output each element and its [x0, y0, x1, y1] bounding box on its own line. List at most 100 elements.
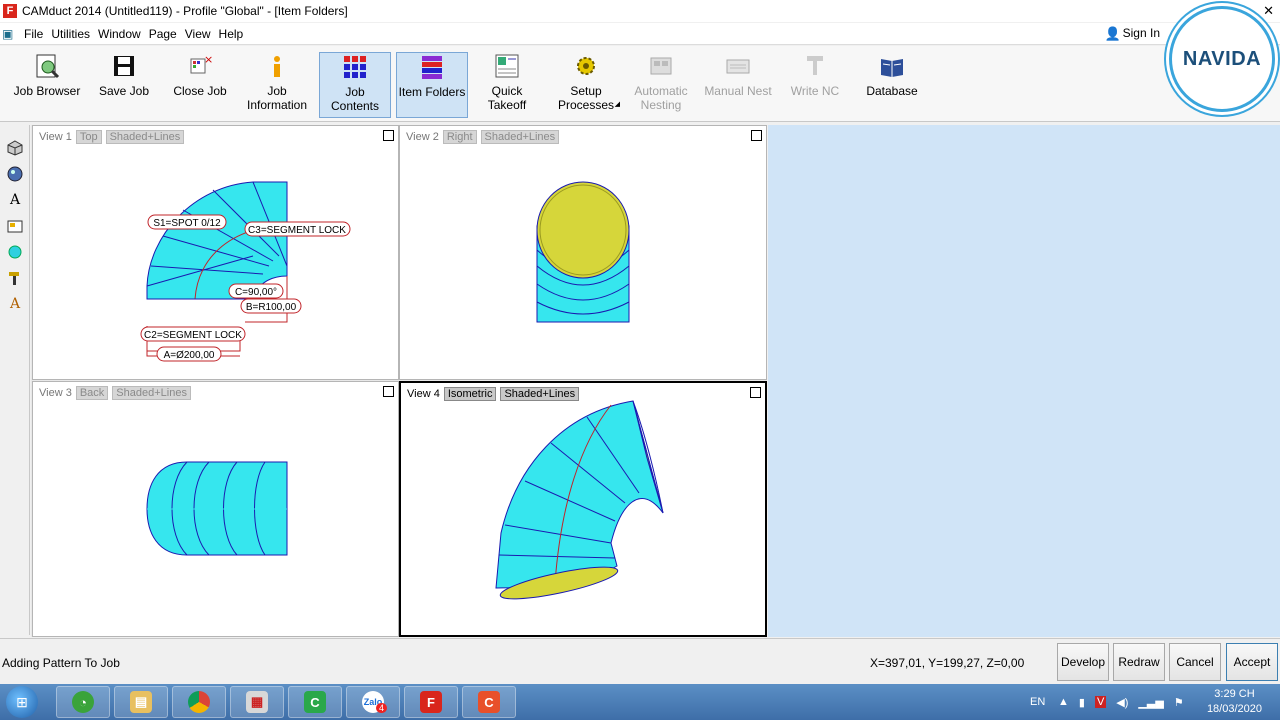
annotation-s1-text: S1=SPOT 0/12 [153, 218, 221, 229]
cancel-button[interactable]: Cancel [1169, 643, 1221, 681]
view-2-projection-tag[interactable]: Right [442, 130, 477, 144]
taskbar-file-explorer[interactable]: ▤ [114, 686, 168, 718]
view-1-projection-tag[interactable]: Top [75, 130, 102, 144]
redraw-button[interactable]: Redraw [1113, 643, 1165, 681]
dropdown-arrow-icon: ◢ [614, 101, 620, 108]
tray-device-icon[interactable]: ▮ [1079, 696, 1085, 709]
save-job-button[interactable]: Save Job [96, 52, 152, 118]
quick-takeoff-label1: Quick [491, 84, 523, 98]
menu-view[interactable]: View [181, 27, 215, 41]
view-2-header: View 2 Right Shaded+Lines [406, 130, 560, 144]
automatic-nesting-button: Automatic Nesting [628, 52, 694, 118]
taskbar: ⊞ ◔ ▤ ▦ C Zalo 4 F C EN ▲ ▮ V ◀) ▁▃▅ ⚑ 3:… [0, 684, 1280, 720]
taskbar-chrome[interactable] [172, 686, 226, 718]
sphere-icon[interactable] [6, 165, 24, 183]
quick-takeoff-button[interactable]: Quick Takeoff [474, 52, 540, 118]
taskbar-camduct[interactable]: F [404, 686, 458, 718]
hammer-icon[interactable] [6, 269, 24, 287]
view-1-name: View 1 [39, 131, 72, 143]
menu-help[interactable]: Help [215, 27, 248, 41]
menu-utilities[interactable]: Utilities [47, 27, 94, 41]
job-browser-icon [33, 52, 61, 80]
logo-text: NAVIDA [1182, 47, 1262, 70]
close-job-icon: × [186, 52, 214, 80]
close-button[interactable]: ✕ [1263, 3, 1274, 19]
network-icon[interactable]: ▁▃▅ [1138, 696, 1163, 709]
clock-time: 3:29 CH [1214, 688, 1255, 700]
tray-v-icon[interactable]: V [1094, 696, 1107, 708]
taskbar-camtasia-red[interactable]: C [462, 686, 516, 718]
item-folders-button[interactable]: Item Folders [396, 52, 468, 118]
taskbar-app-4[interactable]: ▦ [230, 686, 284, 718]
view-3-back[interactable]: View 3 Back Shaded+Lines [32, 381, 399, 637]
view-3-header: View 3 Back Shaded+Lines [39, 386, 191, 400]
app-icon: F [3, 4, 17, 18]
tray-arrow-icon[interactable]: ▲ [1058, 696, 1069, 708]
text-icon[interactable]: A [6, 191, 24, 209]
left-toolbar: A A [0, 125, 30, 635]
pattern-canvas[interactable] [768, 125, 1280, 637]
close-job-label: Close Job [173, 84, 227, 98]
job-browser-button[interactable]: Job Browser [12, 52, 82, 118]
taskbar-camtasia-green[interactable]: C [288, 686, 342, 718]
sign-in-button[interactable]: 👤 Sign In [1104, 26, 1160, 41]
windows-start-icon[interactable]: ⊞ [6, 686, 38, 718]
database-label: Database [866, 84, 918, 98]
language-indicator[interactable]: EN [1030, 684, 1045, 720]
job-information-button[interactable]: Job Information [242, 52, 312, 118]
setup-processes-label1: Setup [570, 84, 602, 98]
view-2-name: View 2 [406, 131, 439, 143]
view-3-maximize-icon[interactable] [383, 386, 394, 397]
view-2-right[interactable]: View 2 Right Shaded+Lines [399, 125, 767, 380]
volume-icon[interactable]: ◀) [1116, 696, 1128, 709]
taskbar-zalo[interactable]: Zalo 4 [346, 686, 400, 718]
view-2-maximize-icon[interactable] [751, 130, 762, 141]
document-icon[interactable]: ▣ [2, 27, 16, 41]
job-contents-label1: Job [345, 85, 365, 99]
view-1-top[interactable]: S1=SPOT 0/12 C3=SEGMENT LOCK C=90,00° B=… [32, 125, 399, 380]
flag-icon[interactable]: ⚑ [1174, 696, 1184, 709]
view-4-name: View 4 [407, 388, 440, 400]
properties-icon[interactable] [6, 217, 24, 235]
automatic-nesting-icon [647, 52, 675, 80]
menu-bar: ▣ File Utilities Window Page View Help 👤… [0, 23, 1280, 45]
menu-window[interactable]: Window [94, 27, 145, 41]
text-style-icon[interactable]: A [6, 295, 24, 313]
view-3-projection-tag[interactable]: Back [75, 386, 109, 400]
view-1-style-tag[interactable]: Shaded+Lines [105, 130, 185, 144]
view-area: S1=SPOT 0/12 C3=SEGMENT LOCK C=90,00° B=… [31, 125, 767, 637]
zalo-badge: 4 [375, 703, 387, 713]
quick-takeoff-label2: Takeoff [487, 98, 527, 112]
menu-file[interactable]: File [20, 27, 47, 41]
job-contents-button[interactable]: Job Contents [319, 52, 391, 118]
sign-in-label: Sign In [1122, 26, 1160, 40]
svg-text:×: × [204, 53, 213, 66]
taskbar-app-1[interactable]: ◔ [56, 686, 110, 718]
view-1-maximize-icon[interactable] [383, 130, 394, 141]
setup-processes-button[interactable]: Setup Processes ◢ [548, 52, 624, 118]
view-3-style-tag[interactable]: Shaded+Lines [112, 386, 191, 400]
develop-button[interactable]: Develop [1057, 643, 1109, 681]
database-book-icon [878, 52, 906, 80]
menu-page[interactable]: Page [145, 27, 181, 41]
circle-icon[interactable] [6, 243, 24, 261]
close-job-button[interactable]: × Close Job [170, 52, 230, 118]
clock[interactable]: 3:29 CH 18/03/2020 [1207, 687, 1262, 717]
quick-takeoff-icon [493, 52, 521, 80]
job-contents-icon [341, 53, 369, 81]
cursor-coordinates: X=397,01, Y=199,27, Z=0,00 [870, 656, 1025, 670]
automatic-nesting-label2: Nesting [640, 98, 682, 112]
user-icon: 👤 [1104, 26, 1121, 41]
accept-button[interactable]: Accept [1226, 643, 1278, 681]
view-4-style-tag[interactable]: Shaded+Lines [500, 387, 580, 401]
cube-icon[interactable] [6, 139, 24, 157]
write-nc-icon [801, 52, 829, 80]
camtasia-green-icon: C [304, 691, 326, 713]
view-4-maximize-icon[interactable] [750, 387, 761, 398]
database-button[interactable]: Database [862, 52, 922, 118]
view-4-isometric[interactable]: View 4 Isometric Shaded+Lines [399, 381, 767, 637]
folder-icon: ▤ [130, 691, 152, 713]
view-4-projection-tag[interactable]: Isometric [443, 387, 497, 401]
app-1-icon: ◔ [72, 691, 94, 713]
view-2-style-tag[interactable]: Shaded+Lines [480, 130, 560, 144]
